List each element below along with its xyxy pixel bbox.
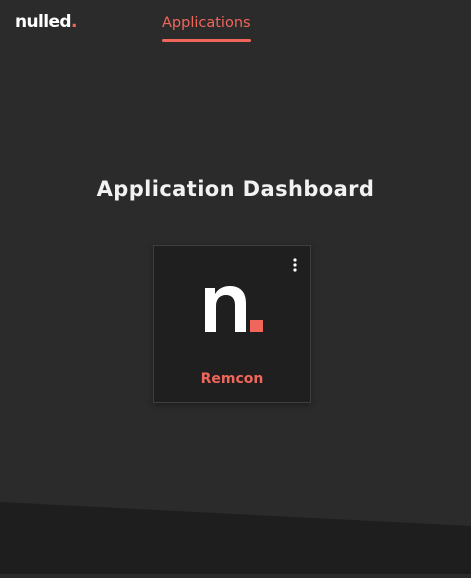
app-card-remcon[interactable]: Remcon: [153, 245, 311, 403]
tab-applications[interactable]: Applications: [162, 14, 251, 42]
footer-background: [0, 490, 471, 574]
logo-text: nulled: [15, 12, 72, 32]
active-tab-indicator: [162, 39, 251, 42]
more-vertical-icon[interactable]: [288, 256, 302, 274]
top-navigation: nulled. Applications: [0, 0, 471, 46]
nulled-logo[interactable]: nulled.: [15, 10, 77, 34]
nulled-n-logo-icon: [203, 283, 265, 337]
tab-applications-label: Applications: [162, 15, 251, 31]
logo-dot: .: [70, 12, 77, 32]
app-name: Remcon: [200, 371, 264, 387]
page-title: Application Dashboard: [96, 177, 375, 202]
